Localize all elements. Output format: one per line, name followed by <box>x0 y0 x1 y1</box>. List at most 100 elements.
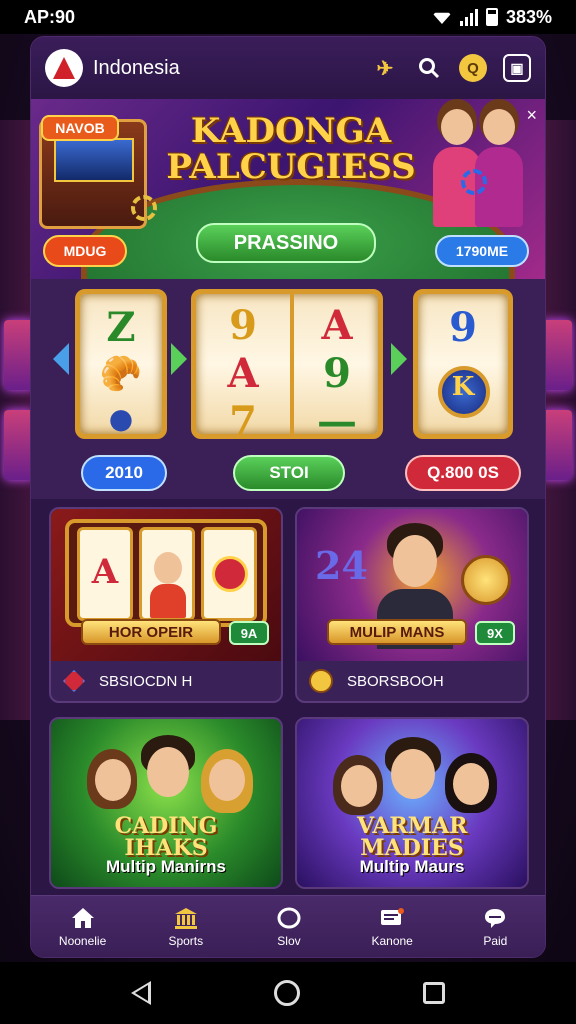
card-stamp: VARMAR MADIES <box>357 815 467 859</box>
character-face <box>95 759 131 801</box>
slot-reel <box>139 527 195 621</box>
back-icon[interactable] <box>131 981 152 1005</box>
diamond-icon <box>63 670 85 692</box>
nav-item-home[interactable]: Noonelie <box>38 906 128 948</box>
game-card-badge: 9A <box>229 621 269 645</box>
coin-icon[interactable]: Q <box>459 54 487 82</box>
chevron-right-icon[interactable] <box>171 343 187 375</box>
chat-icon <box>482 906 508 930</box>
card-stamp-line: VARMAR <box>357 813 468 839</box>
game-card[interactable]: A HOR OPEIR 9A SBSIOCDN H <box>49 507 283 703</box>
battery-icon <box>485 8 498 26</box>
card-stamp: 24 <box>315 543 368 588</box>
reel-symbol: ● <box>108 402 134 435</box>
slot-reel: A <box>77 527 133 621</box>
home-circle-icon[interactable] <box>273 980 300 1006</box>
phone-screen: AP:90 383% Indonesia ✈ Q ▣ NAVOB KADONGA… <box>0 0 576 1024</box>
ticket-icon[interactable]: ✈ <box>371 54 399 82</box>
character-face <box>393 535 437 587</box>
reel-symbol: A <box>91 552 119 592</box>
game-card[interactable]: CADING IHAKS Multip Manirns <box>49 717 283 889</box>
reel-symbol: A <box>227 350 259 397</box>
slot-reel: Z 🥐 ● <box>75 289 167 439</box>
game-card-art: 24 MULIP MANS 9X <box>297 509 527 661</box>
banner-play-button[interactable]: PRASSINO <box>196 223 376 263</box>
game-card-art: A HOR OPEIR 9A <box>51 509 281 661</box>
chevron-right-icon[interactable] <box>391 343 407 375</box>
balance-button[interactable]: Q.800 0S <box>405 455 521 491</box>
card-stamp: CADING IHAKS <box>111 815 221 859</box>
home-icon <box>70 906 96 930</box>
character-face <box>209 759 245 801</box>
wifi-icon <box>431 12 452 24</box>
game-card-label: MULIP MANS <box>327 619 467 645</box>
bottom-navigation: Noonelie Sports Slov Kanone Paid <box>31 895 545 957</box>
reel-symbol: — <box>317 398 357 445</box>
banner-title-line1: KADONGA <box>190 111 392 151</box>
nav-label: Paid <box>483 933 508 948</box>
nav-label: Noonelie <box>58 933 107 948</box>
slot-reel <box>201 527 257 621</box>
reel-symbol: A <box>321 302 353 349</box>
slot-reel: 9 K <box>413 289 513 439</box>
status-time: AP:90 <box>24 6 76 27</box>
slot-machine-decor <box>542 320 572 390</box>
reel-symbol: 9 <box>449 304 477 351</box>
app-title: Indonesia <box>93 56 180 79</box>
ring-icon <box>276 906 302 930</box>
status-bar: AP:90 383% <box>0 0 576 34</box>
app-logo[interactable] <box>45 49 83 87</box>
game-grid: A HOR OPEIR 9A SBSIOCDN H 24 MULIP MANS … <box>49 507 529 889</box>
nav-item-paid[interactable]: Paid <box>450 906 540 948</box>
slot-machine-decor <box>542 410 572 480</box>
card-stamp-line: MADIES <box>360 835 464 861</box>
poker-chip-icon <box>131 195 157 221</box>
character-art <box>471 107 527 227</box>
promo-banner[interactable]: NAVOB KADONGA PALCUGIESS × MDUG PRASSINO… <box>31 99 545 279</box>
reel-symbol: Z <box>106 304 136 351</box>
recent-apps-icon[interactable] <box>422 982 445 1004</box>
reel-symbol: 9 <box>323 350 351 397</box>
message-icon <box>379 906 405 930</box>
chevron-left-icon[interactable] <box>53 343 69 375</box>
search-icon[interactable] <box>415 54 443 82</box>
banner-title-line2: PALCUGIESS <box>166 147 416 187</box>
game-card-title: SBSIOCDN H <box>99 672 193 690</box>
game-card-art: CADING IHAKS Multip Manirns <box>51 719 281 887</box>
wallet-icon[interactable]: ▣ <box>503 54 531 82</box>
close-icon[interactable]: × <box>526 105 537 126</box>
spin-stop-button[interactable]: STOI <box>233 455 345 491</box>
game-card-art: VARMAR MADIES Multip Maurs <box>297 719 527 887</box>
logo-mark-icon <box>53 57 75 79</box>
status-icons: 383% <box>431 6 552 28</box>
game-card-caption: Multip Maurs <box>359 857 465 876</box>
banner-right-button[interactable]: 1790ME <box>435 235 529 267</box>
reel-symbol: 🥐 <box>99 354 143 394</box>
signal-icon <box>459 8 478 26</box>
banner-title: KADONGA PALCUGIESS <box>161 113 421 185</box>
building-icon <box>173 906 199 930</box>
battery-level: 383% <box>505 6 552 27</box>
game-card-footer: SBSIOCDN H <box>51 661 281 701</box>
coin-icon <box>309 669 333 693</box>
nav-label: Sports <box>168 933 204 948</box>
nav-item-slot[interactable]: Slov <box>244 906 334 948</box>
bet-amount-button[interactable]: 2010 <box>81 455 167 491</box>
system-navigation-bar <box>0 962 576 1024</box>
dollar-coin-icon <box>461 555 511 605</box>
card-stamp-line: CADING <box>114 813 218 839</box>
character-face <box>154 552 182 584</box>
character-face <box>453 763 489 805</box>
game-card[interactable]: VARMAR MADIES Multip Maurs <box>295 717 529 889</box>
game-card-label: HOR OPEIR <box>81 619 221 645</box>
nav-item-sports[interactable]: Sports <box>141 906 231 948</box>
game-card-caption: Multip Manirns <box>106 857 226 876</box>
banner-left-button[interactable]: MDUG <box>43 235 127 267</box>
character-face <box>147 747 189 797</box>
game-card-title: SBORSBOOH <box>347 672 444 690</box>
app-window: Indonesia ✈ Q ▣ NAVOB KADONGA PALCUGIESS <box>30 36 546 958</box>
nav-item-kanone[interactable]: Kanone <box>347 906 437 948</box>
nav-label: Slov <box>277 933 301 948</box>
app-header: Indonesia ✈ Q ▣ <box>31 37 545 99</box>
game-card[interactable]: 24 MULIP MANS 9X SBORSBOOH <box>295 507 529 703</box>
